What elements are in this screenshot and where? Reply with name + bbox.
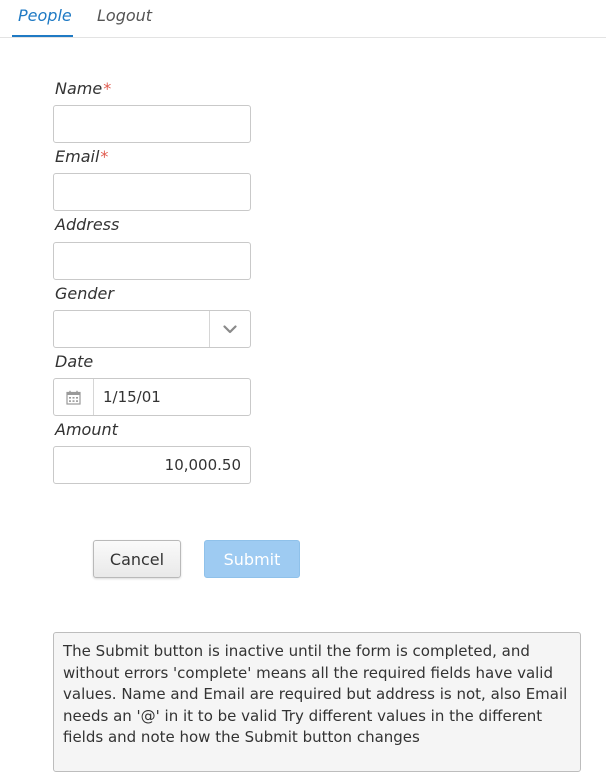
chevron-down-icon (223, 324, 237, 333)
date-input[interactable]: 1/15/01 (103, 388, 161, 406)
name-field[interactable] (53, 105, 251, 143)
active-tab-indicator (12, 35, 73, 37)
email-label: Email* (55, 147, 108, 167)
address-field[interactable] (53, 242, 251, 280)
amount-field[interactable]: 10,000.50 (53, 446, 251, 484)
amount-input[interactable]: 10,000.50 (165, 456, 241, 474)
name-required-mark: * (103, 79, 112, 98)
date-field[interactable]: 1/15/01 (53, 378, 251, 416)
email-required-mark: * (100, 147, 109, 166)
gender-label: Gender (55, 284, 114, 303)
address-label: Address (55, 215, 120, 234)
tab-people[interactable]: People (18, 6, 72, 26)
amount-label: Amount (55, 420, 118, 439)
email-field[interactable] (53, 173, 251, 211)
date-label: Date (55, 352, 94, 371)
gender-dropdown-button[interactable] (209, 311, 250, 347)
cancel-button[interactable]: Cancel (93, 540, 181, 578)
email-input[interactable] (54, 174, 250, 210)
date-picker-button[interactable] (54, 379, 94, 415)
name-label: Name* (55, 79, 111, 99)
tab-bar: People Logout (0, 0, 606, 38)
info-note: The Submit button is inactive until the … (53, 632, 581, 772)
submit-button[interactable]: Submit (204, 540, 300, 578)
name-input[interactable] (54, 106, 250, 142)
tab-logout[interactable]: Logout (97, 6, 152, 26)
name-label-text: Name (55, 79, 103, 98)
email-label-text: Email (55, 147, 100, 166)
gender-select[interactable] (53, 310, 251, 348)
address-input[interactable] (54, 243, 250, 279)
calendar-icon (66, 390, 81, 405)
